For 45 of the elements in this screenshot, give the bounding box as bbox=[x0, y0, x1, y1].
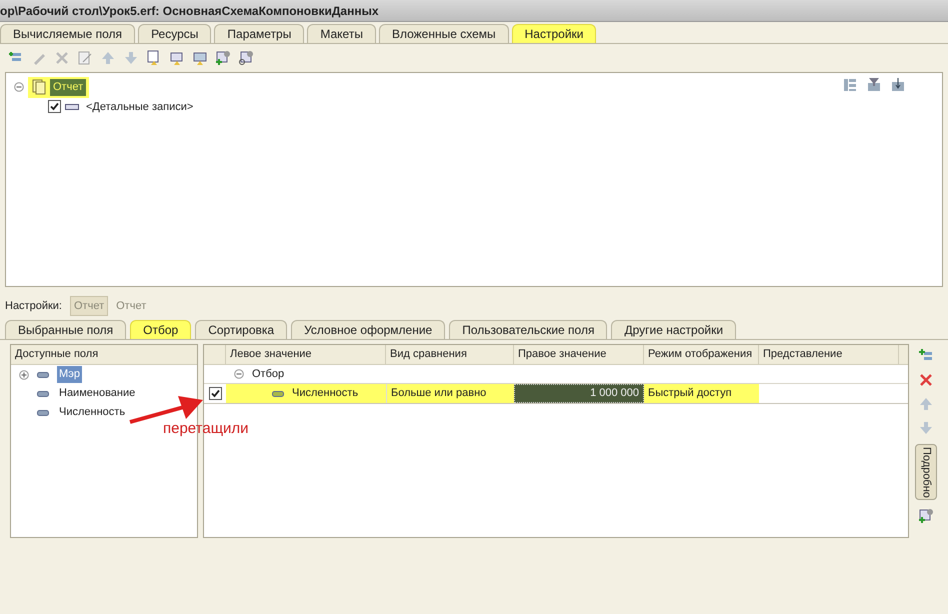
sort-icon[interactable] bbox=[890, 77, 906, 93]
tab[interactable]: Другие настройки bbox=[611, 320, 736, 339]
tab[interactable]: Настройки bbox=[512, 24, 596, 43]
tree-item[interactable]: Отчет bbox=[50, 79, 86, 96]
tab[interactable]: Макеты bbox=[307, 24, 376, 43]
column-header: Представление bbox=[759, 345, 899, 364]
column-header: Правое значение bbox=[514, 345, 644, 364]
column-header: Доступные поля bbox=[11, 345, 197, 365]
field-icon bbox=[37, 410, 49, 416]
checkbox[interactable] bbox=[208, 387, 222, 400]
collapse-icon[interactable] bbox=[14, 82, 24, 92]
tab[interactable]: Условное оформление bbox=[291, 320, 446, 339]
delete-icon[interactable] bbox=[918, 372, 934, 388]
collapse-icon[interactable] bbox=[234, 369, 244, 379]
filter-icon[interactable] bbox=[866, 77, 882, 93]
tree-item[interactable]: <Детальные записи> bbox=[83, 98, 196, 115]
settings-label: Настройки: bbox=[5, 298, 62, 314]
document-icon bbox=[31, 79, 47, 96]
window-title: ор\Рабочий стол\Урок5.erf: ОсновнаяСхемаКомпоновкиДанных bbox=[0, 2, 379, 20]
group-label: Отбор bbox=[252, 366, 284, 382]
tab[interactable]: Ресурсы bbox=[138, 24, 212, 43]
tab[interactable]: Отбор bbox=[130, 320, 192, 339]
value-field[interactable]: 1 000 000 bbox=[514, 384, 644, 403]
field-item[interactable]: Численность bbox=[57, 404, 128, 421]
tab[interactable]: Сортировка bbox=[195, 320, 288, 339]
table-cell: Быстрый доступ bbox=[644, 384, 759, 403]
field-icon bbox=[37, 390, 49, 396]
tab[interactable]: Выбранные поля bbox=[5, 320, 126, 339]
field-icon bbox=[272, 390, 284, 396]
tab[interactable]: Пользовательские поля bbox=[449, 320, 608, 339]
table-cell: Численность bbox=[226, 384, 386, 403]
field-icon bbox=[37, 372, 49, 378]
tab[interactable]: Параметры bbox=[214, 24, 304, 43]
column-header: Вид сравнения bbox=[386, 345, 514, 364]
tab[interactable]: Вложенные схемы bbox=[378, 24, 509, 43]
tab[interactable]: Вычисляемые поля bbox=[0, 24, 136, 43]
details-button[interactable]: Подробно bbox=[915, 444, 937, 500]
grouping-icon bbox=[65, 104, 79, 110]
column-header: Режим отображения bbox=[644, 345, 759, 364]
column-header: Левое значение bbox=[226, 345, 386, 364]
checkbox[interactable] bbox=[48, 100, 61, 114]
table-cell: Больше или равно bbox=[386, 384, 514, 403]
field-item[interactable]: Наименование bbox=[57, 385, 138, 402]
annotation: перетащили bbox=[163, 419, 249, 439]
expand-icon[interactable] bbox=[19, 370, 29, 380]
